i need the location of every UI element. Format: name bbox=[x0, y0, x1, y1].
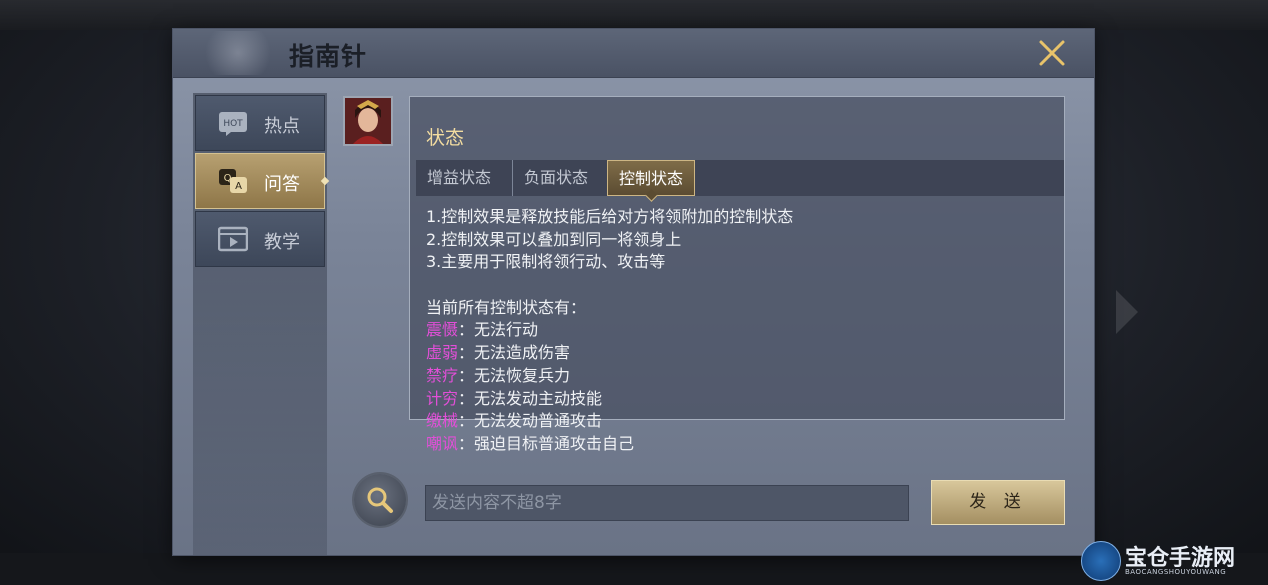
close-icon bbox=[1039, 40, 1065, 66]
description-line: 2.控制效果可以叠加到同一将领身上 bbox=[426, 229, 682, 249]
state-item: 禁疗：无法恢复兵力 bbox=[426, 365, 1046, 388]
state-desc: ：无法行动 bbox=[458, 320, 539, 340]
state-desc: ：强迫目标普通攻击自己 bbox=[458, 433, 635, 453]
state-item: 计穷：无法发动主动技能 bbox=[426, 388, 1046, 411]
tab-buff[interactable]: 增益状态 bbox=[416, 160, 502, 196]
svg-text:HOT: HOT bbox=[223, 119, 243, 129]
sidebar-item-qa[interactable]: Q A 问答 bbox=[195, 153, 330, 209]
general-portrait-icon bbox=[345, 98, 391, 144]
hot-icon: HOT bbox=[219, 112, 247, 136]
send-button[interactable]: 发 送 bbox=[931, 480, 1065, 525]
state-desc: ：无法恢复兵力 bbox=[458, 365, 571, 385]
description-line: 当前所有控制状态有： bbox=[426, 297, 587, 317]
avatar[interactable] bbox=[343, 96, 393, 146]
state-desc: ：无法发动普通攻击 bbox=[458, 411, 603, 431]
state-term: 计穷 bbox=[426, 388, 459, 408]
search-button[interactable] bbox=[354, 474, 406, 526]
active-indicator bbox=[320, 176, 330, 186]
header-emblem bbox=[193, 31, 283, 75]
state-desc: ：无法发动主动技能 bbox=[458, 388, 603, 408]
state-term: 震慑 bbox=[426, 320, 459, 340]
message-input[interactable] bbox=[425, 485, 909, 521]
site-watermark: 宝仓手游网 BAOCANGSHOUYOUWANG bbox=[1081, 539, 1256, 581]
state-term: 嘲讽 bbox=[426, 433, 459, 453]
sidebar-item-label: 教学 bbox=[264, 232, 300, 253]
state-desc: ：无法造成伤害 bbox=[458, 343, 571, 363]
sidebar-item-hot[interactable]: HOT 热点 bbox=[195, 95, 325, 151]
state-item: 虚弱：无法造成伤害 bbox=[426, 342, 1046, 365]
tab-control[interactable]: 控制状态 bbox=[607, 160, 696, 196]
panel-title: 状态 bbox=[426, 127, 465, 149]
dialog-title: 指南针 bbox=[289, 42, 368, 71]
background-arrow bbox=[1116, 290, 1138, 334]
video-icon bbox=[218, 226, 248, 252]
description-line: 1.控制效果是释放技能后给对方将领附加的控制状态 bbox=[426, 207, 794, 226]
state-term: 虚弱 bbox=[426, 343, 459, 363]
dialog-header: 指南针 bbox=[173, 29, 1094, 78]
compass-dialog: 指南针 HOT 热点 Q A 问答 教学 状态 增益状态 负面状态 控制状态 1… bbox=[173, 29, 1094, 555]
search-icon bbox=[367, 487, 393, 513]
sidebar-item-tutorial[interactable]: 教学 bbox=[195, 211, 325, 267]
description-line: 3.主要用于限制将领行动、攻击等 bbox=[426, 252, 666, 272]
state-item: 嘲讽：强迫目标普通攻击自己 bbox=[426, 433, 1046, 456]
status-description: 1.控制效果是释放技能后给对方将领附加的控制状态 2.控制效果可以叠加到同一将领… bbox=[426, 206, 1046, 456]
svg-text:A: A bbox=[235, 181, 242, 192]
background-top-strip bbox=[0, 0, 1268, 30]
state-term: 缴械 bbox=[426, 411, 459, 431]
close-button[interactable] bbox=[1036, 37, 1068, 69]
state-term: 禁疗 bbox=[426, 365, 459, 385]
sidebar: HOT 热点 Q A 问答 教学 bbox=[193, 93, 330, 555]
state-item: 缴械：无法发动普通攻击 bbox=[426, 410, 1046, 433]
watermark-subtitle: BAOCANGSHOUYOUWANG bbox=[1125, 568, 1227, 576]
sidebar-item-label: 问答 bbox=[264, 174, 300, 195]
qa-icon: Q A bbox=[219, 169, 247, 193]
content-panel: 状态 增益状态 负面状态 控制状态 1.控制效果是释放技能后给对方将领附加的控制… bbox=[409, 96, 1065, 453]
tab-debuff[interactable]: 负面状态 bbox=[512, 160, 599, 196]
background-bottom-strip bbox=[0, 553, 1268, 585]
tab-bar: 增益状态 负面状态 控制状态 bbox=[416, 160, 1064, 196]
sidebar-item-label: 热点 bbox=[264, 116, 300, 137]
description-line bbox=[426, 274, 1046, 297]
watermark-logo-icon bbox=[1081, 541, 1121, 581]
state-item: 震慑：无法行动 bbox=[426, 319, 1046, 342]
